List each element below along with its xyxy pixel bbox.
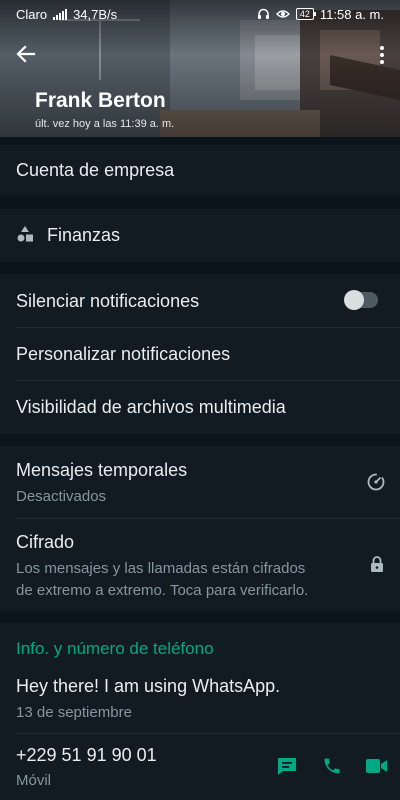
category-row[interactable]: Finanzas <box>0 209 400 262</box>
phone-number: +229 51 91 90 01 <box>16 745 157 765</box>
mute-notifications-label: Silenciar notificaciones <box>16 291 200 311</box>
about-section-title: Info. y número de teléfono <box>16 639 214 658</box>
phone-row[interactable]: +229 51 91 90 01 Móvil <box>0 733 400 800</box>
more-options-icon[interactable] <box>376 40 388 68</box>
headphones-icon <box>257 8 269 19</box>
battery-icon: 42 <box>295 8 316 20</box>
about-status-text[interactable]: Hey there! I am using WhatsApp. <box>16 676 280 697</box>
back-arrow-icon[interactable] <box>12 40 40 68</box>
signal-icon <box>53 8 68 20</box>
mute-notifications-row[interactable]: Silenciar notificaciones <box>0 274 400 327</box>
category-label: Finanzas <box>47 225 121 245</box>
about-phone-section: Info. y número de teléfono Hey there! I … <box>0 623 400 800</box>
business-account-row[interactable]: Cuenta de empresa <box>0 145 400 195</box>
custom-notifications-row[interactable]: Personalizar notificaciones <box>0 327 400 380</box>
business-account-label: Cuenta de empresa <box>16 160 175 180</box>
temporary-messages-status: Desactivados <box>16 488 107 505</box>
notifications-section: Silenciar notificaciones Personalizar no… <box>0 274 400 434</box>
mute-toggle[interactable] <box>344 290 378 310</box>
about-status-date: 13 de septiembre <box>16 704 132 721</box>
temporary-messages-row[interactable]: Mensajes temporales Desactivados <box>0 446 400 518</box>
message-icon[interactable] <box>276 756 298 776</box>
encryption-row[interactable]: Cifrado Los mensajes y las llamadas está… <box>0 518 400 611</box>
encryption-label: Cifrado <box>16 532 75 552</box>
category-section: Finanzas <box>0 209 400 262</box>
voice-call-icon[interactable] <box>322 756 342 776</box>
encryption-description-line-1: Los mensajes y las llamadas están cifrad… <box>16 560 306 577</box>
custom-notifications-label: Personalizar notificaciones <box>16 344 231 364</box>
profile-header: Claro 34,7B/s 42 11:58 a. m. Frank Berto… <box>0 0 400 137</box>
media-visibility-row[interactable]: Visibilidad de archivos multimedia <box>0 380 400 434</box>
privacy-section: Mensajes temporales Desactivados Cifrado… <box>0 446 400 611</box>
temporary-messages-label: Mensajes temporales <box>16 460 188 480</box>
media-visibility-label: Visibilidad de archivos multimedia <box>16 397 286 417</box>
lock-icon <box>371 556 383 572</box>
about-row: Info. y número de teléfono Hey there! I … <box>0 623 400 733</box>
encryption-description-line-2: de extremo a extremo. Toca para verifica… <box>16 582 309 599</box>
status-bar: Claro 34,7B/s 42 11:58 a. m. <box>0 0 400 28</box>
video-call-icon[interactable] <box>366 758 388 774</box>
contact-name: Frank Berton <box>35 89 166 112</box>
clock: 11:58 a. m. <box>319 6 384 22</box>
timer-icon <box>367 473 385 491</box>
phone-type: Móvil <box>16 772 52 789</box>
carrier-name: Claro <box>16 6 48 22</box>
mute-toggle-knob <box>344 290 364 310</box>
last-seen-text: últ. vez hoy a las 11:39 a. m. <box>35 118 175 130</box>
network-speed: 34,7B/s <box>73 6 118 22</box>
shapes-icon <box>17 226 33 242</box>
business-account-section: Cuenta de empresa <box>0 145 400 195</box>
eye-icon <box>275 10 290 18</box>
